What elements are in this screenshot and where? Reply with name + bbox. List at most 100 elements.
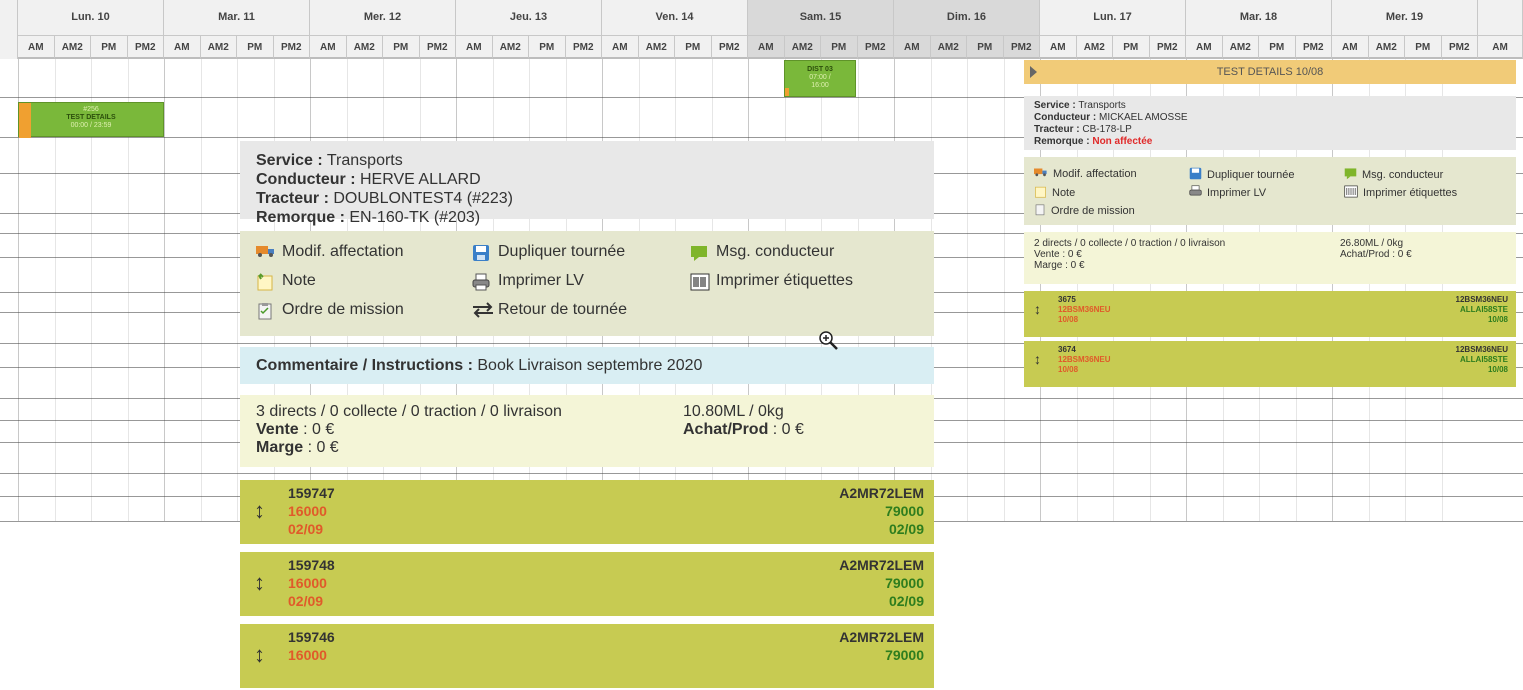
play-icon[interactable] bbox=[1030, 66, 1037, 78]
imprimer-lv-button[interactable]: Imprimer LV bbox=[472, 272, 584, 291]
popup-stats: 2 directs / 0 collecte / 0 traction / 0 … bbox=[1024, 232, 1516, 284]
drag-handle-icon[interactable]: ↕ bbox=[254, 570, 265, 596]
delivery-card[interactable]: ↕ 159746 16000 A2MR72LEM 79000 bbox=[240, 624, 934, 688]
imprimer-etiquettes-button[interactable]: Imprimer étiquettes bbox=[1344, 185, 1457, 201]
card-code: 12BSM36NEU bbox=[1058, 355, 1111, 364]
card-dest-code: 79000 bbox=[885, 503, 924, 519]
event-time-end: 16:00 bbox=[811, 82, 829, 89]
slot-header: AM bbox=[894, 35, 931, 59]
slot-header: PM2 bbox=[419, 35, 456, 59]
popup-actions: Modif. affectation Dupliquer tournée Msg… bbox=[1024, 157, 1516, 225]
card-dest-date: 10/08 bbox=[1487, 315, 1508, 324]
slot-header: AM bbox=[748, 35, 785, 59]
grid-column-line bbox=[237, 59, 238, 521]
event-dist-03[interactable]: DIST 03 07:00 / 16:00 bbox=[784, 60, 856, 97]
day-header: Lun. 10 bbox=[18, 0, 164, 35]
ordre-de-mission-button[interactable]: Ordre de mission bbox=[1034, 203, 1135, 219]
slot-header: AM bbox=[164, 35, 201, 59]
card-date: 02/09 bbox=[288, 521, 324, 537]
slot-header: AM bbox=[1478, 35, 1523, 59]
action-label: Imprimer LV bbox=[498, 272, 584, 289]
note-icon bbox=[1034, 185, 1047, 201]
card-id: 3675 bbox=[1058, 295, 1076, 304]
note-button[interactable]: Note bbox=[256, 272, 316, 291]
tractor-label: Tracteur : bbox=[256, 190, 329, 207]
chat-icon bbox=[1344, 167, 1357, 183]
delivery-card[interactable]: ↕ 3674 12BSM36NEU 10/08 12BSM36NEU ALLAI58S… bbox=[1024, 341, 1516, 387]
retour-de-tournee-button[interactable]: Retour de tournée bbox=[472, 301, 627, 319]
dupliquer-tournee-button[interactable]: Dupliquer tournée bbox=[1189, 167, 1294, 183]
barcode-icon bbox=[1344, 185, 1358, 201]
driver-label: Conducteur : bbox=[256, 171, 356, 188]
printer-icon bbox=[472, 273, 490, 291]
card-dest: A2MR72LEM bbox=[839, 485, 924, 501]
slot-header: PM2 bbox=[1441, 35, 1478, 59]
msg-conducteur-button[interactable]: Msg. conducteur bbox=[690, 243, 834, 261]
tour-details-popup-right: TEST DETAILS 10/08 Service : Transports … bbox=[1024, 60, 1516, 387]
delivery-card[interactable]: ↕ 159748 16000 02/09 A2MR72LEM 79000 02/09 bbox=[240, 552, 934, 616]
slot-header: PM2 bbox=[1003, 35, 1040, 59]
tour-details-popup: Service : Transports Conducteur : HERVE … bbox=[240, 141, 934, 690]
comment-value: Book Livraison septembre 2020 bbox=[477, 357, 703, 374]
card-dest: 12BSM36NEU bbox=[1455, 295, 1508, 304]
action-label: Msg. conducteur bbox=[1362, 169, 1444, 181]
event-test-details[interactable]: #256 TEST DETAILS 00:00 / 23:59 bbox=[18, 102, 164, 138]
slot-header: AM2 bbox=[54, 35, 91, 59]
action-label: Modif. affectation bbox=[1053, 167, 1137, 180]
summary-text: 2 directs / 0 collecte / 0 traction / 0 … bbox=[1034, 238, 1226, 249]
event-marker bbox=[19, 103, 31, 138]
slot-header: PM2 bbox=[565, 35, 602, 59]
service-value: Transports bbox=[326, 152, 403, 169]
imprimer-lv-button[interactable]: Imprimer LV bbox=[1189, 185, 1266, 201]
modif-affectation-button[interactable]: Modif. affectation bbox=[1034, 167, 1137, 180]
service-label: Service : bbox=[1034, 100, 1076, 111]
slot-header: PM2 bbox=[273, 35, 310, 59]
action-label: Imprimer étiquettes bbox=[1363, 187, 1458, 199]
card-dest-date: 02/09 bbox=[888, 593, 924, 609]
popup-title-bar[interactable]: TEST DETAILS 10/08 bbox=[1024, 60, 1516, 84]
imprimer-etiquettes-button[interactable]: Imprimer étiquettes bbox=[690, 272, 853, 291]
action-label: Dupliquer tournée bbox=[1207, 169, 1295, 181]
drag-handle-icon[interactable]: ↕ bbox=[254, 642, 265, 668]
day-header: Mar. 18 bbox=[1186, 0, 1332, 35]
chat-icon bbox=[690, 244, 708, 261]
delivery-card[interactable]: ↕ 159747 16000 02/09 A2MR72LEM 79000 02/09 bbox=[240, 480, 934, 544]
popup-actions: Modif. affectation Dupliquer tournée Msg… bbox=[240, 231, 934, 336]
slot-header: PM2 bbox=[711, 35, 748, 59]
drag-handle-icon[interactable]: ↕ bbox=[254, 498, 265, 524]
slot-header: AM2 bbox=[200, 35, 237, 59]
action-label: Ordre de mission bbox=[282, 301, 404, 318]
zoom-in-icon bbox=[818, 330, 840, 357]
delivery-card[interactable]: ↕ 3675 12BSM36NEU 10/08 12BSM36NEU ALLAI58S… bbox=[1024, 291, 1516, 337]
marge-value: : 0 € bbox=[303, 439, 339, 456]
modif-affectation-button[interactable]: Modif. affectation bbox=[256, 243, 404, 261]
card-id: 159746 bbox=[288, 629, 335, 645]
card-dest-code: 79000 bbox=[885, 647, 924, 663]
drag-handle-icon[interactable]: ↕ bbox=[1034, 302, 1041, 316]
tractor-label: Tracteur : bbox=[1034, 124, 1080, 135]
event-time-start: 07:00 / bbox=[809, 74, 831, 81]
note-button[interactable]: Note bbox=[1034, 185, 1075, 201]
card-dest-code: ALLAI58STE bbox=[1459, 355, 1508, 364]
dupliquer-tournee-button[interactable]: Dupliquer tournée bbox=[472, 243, 625, 261]
card-code: 16000 bbox=[288, 575, 327, 591]
slot-header: AM bbox=[1186, 35, 1223, 59]
slot-header: AM bbox=[310, 35, 347, 59]
row-header-corner bbox=[0, 0, 18, 59]
slot-header: PM2 bbox=[857, 35, 894, 59]
action-label: Ordre de mission bbox=[1051, 205, 1135, 217]
slot-header: AM2 bbox=[346, 35, 383, 59]
msg-conducteur-button[interactable]: Msg. conducteur bbox=[1344, 167, 1443, 183]
card-dest: 12BSM36NEU bbox=[1455, 345, 1508, 354]
card-id: 159747 bbox=[288, 485, 335, 501]
weight-value: 26.80ML / 0kg bbox=[1340, 238, 1404, 249]
action-label: Note bbox=[282, 272, 316, 289]
tractor-value: CB-178-LP bbox=[1082, 124, 1132, 135]
slot-header: PM bbox=[821, 35, 858, 59]
achat-label: Achat/Prod bbox=[683, 421, 769, 438]
comment-label: Commentaire / Instructions : bbox=[256, 357, 473, 374]
trailer-label: Remorque : bbox=[256, 209, 345, 226]
slot-header: AM2 bbox=[784, 35, 821, 59]
drag-handle-icon[interactable]: ↕ bbox=[1034, 352, 1041, 366]
ordre-de-mission-button[interactable]: Ordre de mission bbox=[256, 301, 404, 320]
